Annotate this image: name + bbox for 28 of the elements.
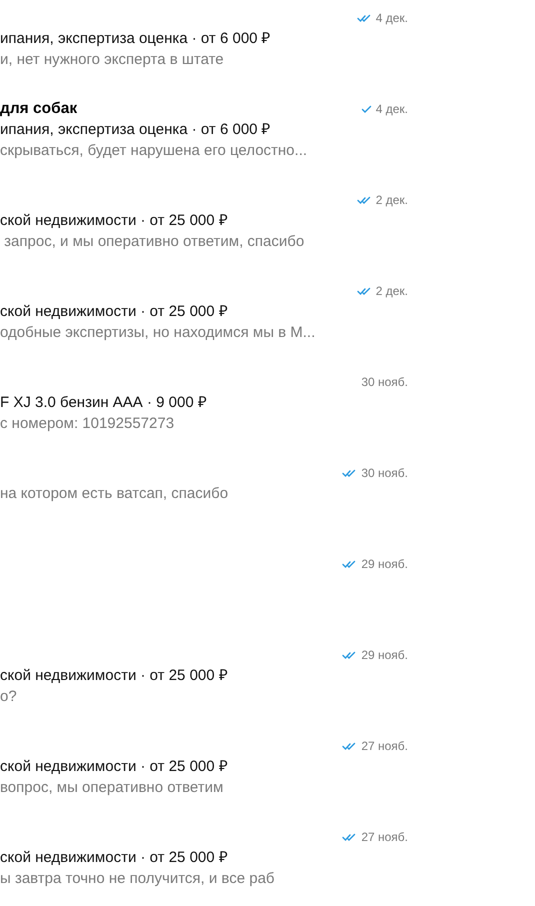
message-preview: о?: [0, 687, 18, 707]
message-preview: одобные экспертизы, но находимся мы в М...: [0, 323, 316, 343]
chat-date: 27 нояб.: [361, 829, 408, 846]
message-preview: ы завтра точно не получится, и все раб: [0, 869, 276, 889]
chat-date: 29 нояб.: [361, 556, 408, 573]
chat-date: 4 дек.: [376, 10, 408, 27]
message-preview: с номером: 10192557273: [0, 414, 176, 434]
message-preview: на котором есть ватсап, спасибо: [0, 484, 230, 504]
chat-subtitle: ской недвижимости · от 25 000 ₽: [0, 666, 229, 686]
chat-subtitle: ской недвижимости · от 25 000 ₽: [0, 848, 229, 868]
message-preview: и, нет нужного эксперта в штате: [0, 50, 225, 70]
chat-date: 2 дек.: [376, 283, 408, 300]
chat-title: для собак: [0, 99, 78, 119]
message-preview: скрываться, будет нарушена его целостно...: [0, 141, 308, 161]
chat-date: 4 дек.: [376, 101, 408, 118]
message-preview: запрос, и мы оперативно ответим, спасибо: [3, 232, 306, 252]
chat-date: 27 нояб.: [361, 738, 408, 755]
chat-subtitle: F XJ 3.0 бензин ААА · 9 000 ₽: [0, 393, 208, 413]
chat-date: 29 нояб.: [361, 647, 408, 664]
chat-subtitle: ской недвижимости · от 25 000 ₽: [0, 302, 229, 322]
chat-subtitle: ской недвижимости · от 25 000 ₽: [0, 211, 229, 231]
chat-subtitle: ипания, экспертиза оценка · от 6 000 ₽: [0, 29, 272, 49]
chat-subtitle: ипания, экспертиза оценка · от 6 000 ₽: [0, 120, 272, 140]
chat-date: 2 дек.: [376, 192, 408, 209]
chat-date: 30 нояб.: [361, 465, 408, 482]
chat-date: 30 нояб.: [361, 374, 408, 391]
chat-subtitle: ской недвижимости · от 25 000 ₽: [0, 757, 229, 777]
message-preview: вопрос, мы оперативно ответим: [0, 778, 224, 798]
